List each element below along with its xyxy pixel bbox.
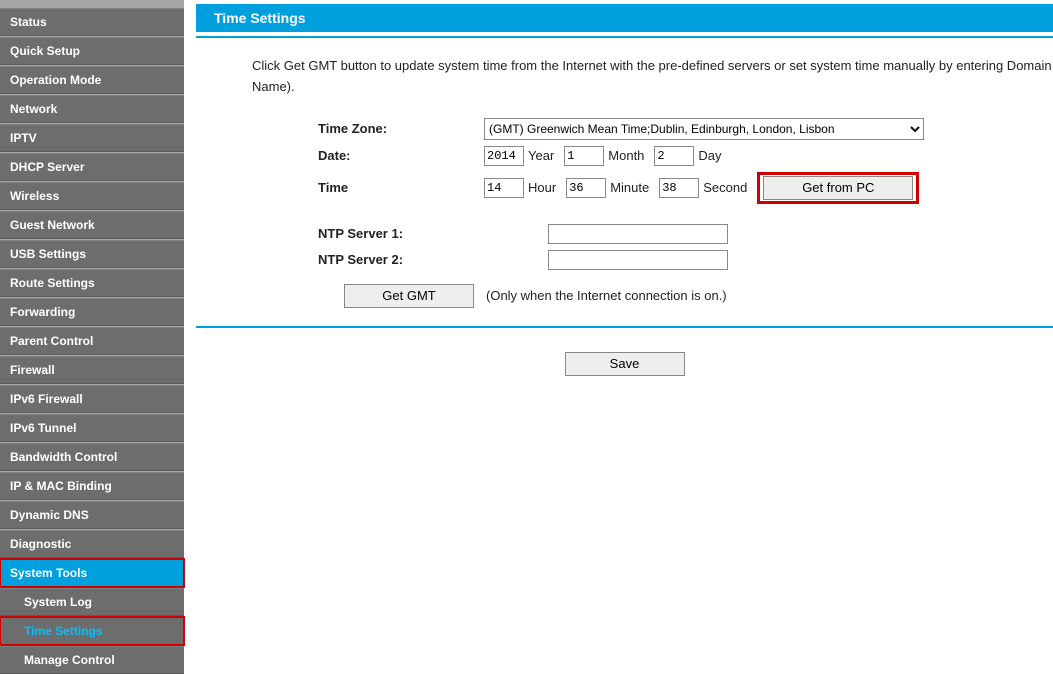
nav-system-tools[interactable]: System Tools [0,559,184,587]
nav-sub-time-settings[interactable]: Time Settings [0,617,184,645]
nav-dhcp-server[interactable]: DHCP Server [0,153,184,181]
month-input[interactable] [564,146,604,166]
timezone-select[interactable]: (GMT) Greenwich Mean Time;Dublin, Edinbu… [484,118,924,140]
label-timezone: Time Zone: [318,121,484,136]
nav-diagnostic[interactable]: Diagnostic [0,530,184,558]
nav-sub-manage-control[interactable]: Manage Control [0,646,184,674]
unit-day: Day [698,148,721,163]
nav-parent-control[interactable]: Parent Control [0,327,184,355]
unit-month: Month [608,148,644,163]
unit-hour: Hour [528,180,556,195]
minute-input[interactable] [566,178,606,198]
divider-bottom [196,326,1053,328]
nav-ipv6-tunnel[interactable]: IPv6 Tunnel [0,414,184,442]
nav-forwarding[interactable]: Forwarding [0,298,184,326]
nav-bandwidth-control[interactable]: Bandwidth Control [0,443,184,471]
nav-network[interactable]: Network [0,95,184,123]
nav-iptv[interactable]: IPTV [0,124,184,152]
label-time: Time [318,180,484,195]
panel-title: Time Settings [196,4,1053,32]
nav-firewall[interactable]: Firewall [0,356,184,384]
divider [196,36,1053,38]
second-input[interactable] [659,178,699,198]
ntp1-input[interactable] [548,224,728,244]
main-panel: Time Settings Click Get GMT button to up… [184,0,1053,627]
panel-description: Click Get GMT button to update system ti… [252,56,1053,98]
nav-route-settings[interactable]: Route Settings [0,269,184,297]
nav-sub-system-log[interactable]: System Log [0,588,184,616]
ntp2-input[interactable] [548,250,728,270]
nav-usb-settings[interactable]: USB Settings [0,240,184,268]
sidebar: Status Quick Setup Operation Mode Networ… [0,0,184,627]
nav-guest-network[interactable]: Guest Network [0,211,184,239]
nav-operation-mode[interactable]: Operation Mode [0,66,184,94]
nav-quick-setup[interactable]: Quick Setup [0,37,184,65]
get-gmt-button[interactable]: Get GMT [344,284,474,308]
nav-wireless[interactable]: Wireless [0,182,184,210]
unit-minute: Minute [610,180,649,195]
label-ntp1: NTP Server 1: [318,226,548,241]
nav-dynamic-dns[interactable]: Dynamic DNS [0,501,184,529]
unit-year: Year [528,148,554,163]
day-input[interactable] [654,146,694,166]
save-button[interactable]: Save [565,352,685,376]
nav-ipv6-firewall[interactable]: IPv6 Firewall [0,385,184,413]
get-from-pc-button[interactable]: Get from PC [763,176,913,200]
nav-status[interactable]: Status [0,8,184,36]
label-ntp2: NTP Server 2: [318,252,548,267]
hour-input[interactable] [484,178,524,198]
nav-ip-mac-binding[interactable]: IP & MAC Binding [0,472,184,500]
year-input[interactable] [484,146,524,166]
gmt-note: (Only when the Internet connection is on… [486,288,727,303]
unit-second: Second [703,180,747,195]
label-date: Date: [318,148,484,163]
